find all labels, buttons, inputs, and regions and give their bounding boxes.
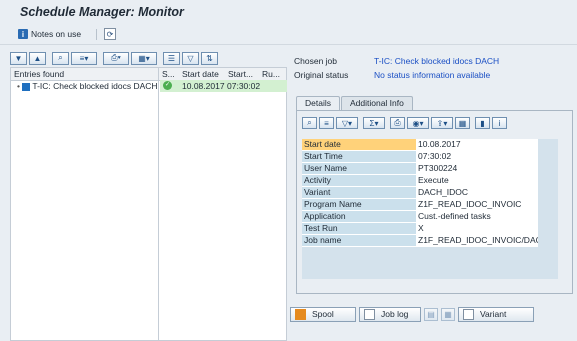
print-icon[interactable]: ⎙ (390, 117, 405, 129)
chosen-job-label: Chosen job (294, 56, 338, 66)
info-icon[interactable]: i (492, 117, 507, 129)
detail-key: Start date (302, 139, 416, 150)
job-icon (22, 82, 31, 91)
col-start-date[interactable]: Start date (182, 69, 219, 79)
detail-key: User Name (302, 163, 416, 174)
spool-icon (295, 308, 306, 320)
find-icon[interactable]: ⌕ (52, 51, 69, 65)
original-status-value: No status information available (374, 70, 491, 80)
sum-icon[interactable]: Σ▾ (363, 117, 385, 129)
sort-filter-icon[interactable]: ⇅ (201, 51, 218, 65)
details-panel: ⌕ ≡ ▽▾ Σ▾ ⎙ ◉▾ ⇪▾ ▦ ▮ i Start date 10.08.… (296, 110, 573, 294)
detail-key: Activity (302, 175, 416, 186)
filter-icon[interactable]: ▽▾ (336, 117, 358, 129)
table-row[interactable]: Test Run X (302, 223, 538, 235)
detail-value: Execute (416, 175, 538, 186)
variant-label: Variant (480, 309, 507, 319)
collapse-icon[interactable]: ▲ (29, 51, 46, 65)
table-row[interactable]: Application Cust.-defined tasks (302, 211, 538, 223)
notes-on-use-button[interactable]: i Notes on use (18, 27, 81, 41)
detail-value: 10.08.2017 (416, 139, 538, 150)
spool-button[interactable]: Spool (290, 306, 356, 322)
job-log-icon (364, 308, 375, 320)
variant-button[interactable]: Variant (458, 306, 534, 322)
table-row[interactable]: Job nameZ1F_READ_IDOC_INVOIC/DACH_IDOC (302, 235, 538, 247)
col-runtime[interactable]: Ru... (262, 69, 280, 79)
detail-key: Test Run (302, 223, 416, 234)
notes-on-use-label: Notes on use (31, 29, 82, 39)
main-toolbar: i Notes on use ⟳ (0, 24, 577, 45)
tab-details[interactable]: Details (296, 96, 340, 111)
graphic-icon[interactable]: ▮ (475, 117, 490, 129)
table-row[interactable]: Variant DACH_IDOC (302, 187, 538, 199)
action-buttons: Spool Job log ▤ ▦ Variant (290, 306, 534, 322)
sort-icon[interactable]: ≡ (319, 117, 334, 129)
details-icon[interactable]: ☰ (163, 51, 180, 65)
detail-value: PT300224 (416, 163, 538, 174)
expand-icon[interactable]: ▼ (10, 51, 27, 65)
start-time-cell: 07:30:02 (227, 81, 261, 91)
spool-label: Spool (312, 309, 334, 319)
layout-icon[interactable]: ▦▾ (131, 51, 157, 65)
table-row[interactable]: Program Name Z1F_READ_IDOC_INVOIC (302, 199, 538, 211)
detail-value: Cust.-defined tasks (416, 211, 538, 222)
details-toolbar: ⌕ ≡ ▽▾ Σ▾ ⎙ ◉▾ ⇪▾ ▦ ▮ i (302, 117, 507, 131)
grid-toolbar: ▼ ▲ ⌕ ≡▾ ⎙▾ ▦▾ ☰ ▽ ⇅ (10, 50, 218, 66)
original-status-label: Original status (294, 70, 349, 80)
layout-icon[interactable]: ▦ (455, 117, 470, 129)
disabled-tool-icon: ▤ (424, 307, 438, 321)
refresh-button[interactable]: ⟳ (104, 27, 116, 41)
sort-icon[interactable]: ≡▾ (71, 51, 97, 65)
tab-additional-info[interactable]: Additional Info (340, 96, 413, 110)
refresh-icon: ⟳ (104, 28, 116, 40)
detail-key: Program Name (302, 199, 416, 210)
find-icon[interactable]: ⌕ (302, 117, 317, 129)
col-entries-found[interactable]: Entries found (14, 69, 64, 79)
detail-value: X (416, 223, 538, 234)
grid-column-divider (158, 68, 159, 340)
export-icon[interactable]: ⇪▾ (431, 117, 453, 129)
entry-cell[interactable]: • T-IC: Check blocked idocs DACH (17, 81, 158, 91)
print-icon[interactable]: ⎙▾ (103, 51, 129, 65)
details-table: Start date 10.08.2017 Start Time 07:30:02 … (302, 139, 538, 247)
detail-value: Z1F_READ_IDOC_INVOIC (416, 199, 538, 210)
table-row[interactable]: Start date 10.08.2017 (302, 139, 538, 151)
chosen-job-value: T-IC: Check blocked idocs DACH (374, 56, 500, 66)
table-row[interactable]: Start Time 07:30:02 (302, 151, 538, 163)
detail-key: Job name (302, 235, 416, 246)
start-date-cell: 10.08.2017 (182, 81, 225, 91)
detail-value: 07:30:02 (416, 151, 538, 162)
variant-icon (463, 308, 474, 320)
detail-key: Application (302, 211, 416, 222)
job-log-button[interactable]: Job log (359, 306, 421, 322)
detail-pane: Chosen job T-IC: Check blocked idocs DAC… (290, 48, 577, 341)
detail-value: DACH_IDOC (416, 187, 538, 198)
entries-grid: Entries found S... Start date Start... R… (10, 67, 287, 341)
col-status[interactable]: S... (162, 69, 175, 79)
page-title: Schedule Manager: Monitor (20, 5, 184, 19)
title-bar: Schedule Manager: Monitor (0, 0, 577, 24)
table-row[interactable]: • T-IC: Check blocked idocs DACH ✓ 10.08… (11, 80, 287, 92)
entry-label: T-IC: Check blocked idocs DACH (32, 81, 158, 91)
disabled-grid-icon: ▦ (441, 307, 455, 321)
toolbar-divider (96, 29, 97, 40)
detail-key: Variant (302, 187, 416, 198)
table-row[interactable]: User Name PT300224 (302, 163, 538, 175)
detail-tabs: Details Additional Info (296, 96, 414, 111)
detail-value: Z1F_READ_IDOC_INVOIC/DACH_IDOC (416, 235, 538, 246)
table-row[interactable]: Activity Execute (302, 175, 538, 187)
col-start-time[interactable]: Start... (228, 69, 253, 79)
status-ok-icon: ✓ (163, 81, 172, 90)
job-log-label: Job log (381, 309, 409, 319)
info-icon: i (18, 29, 28, 39)
detail-key: Start Time (302, 151, 416, 162)
filter-icon[interactable]: ▽ (182, 51, 199, 65)
view-icon[interactable]: ◉▾ (407, 117, 429, 129)
